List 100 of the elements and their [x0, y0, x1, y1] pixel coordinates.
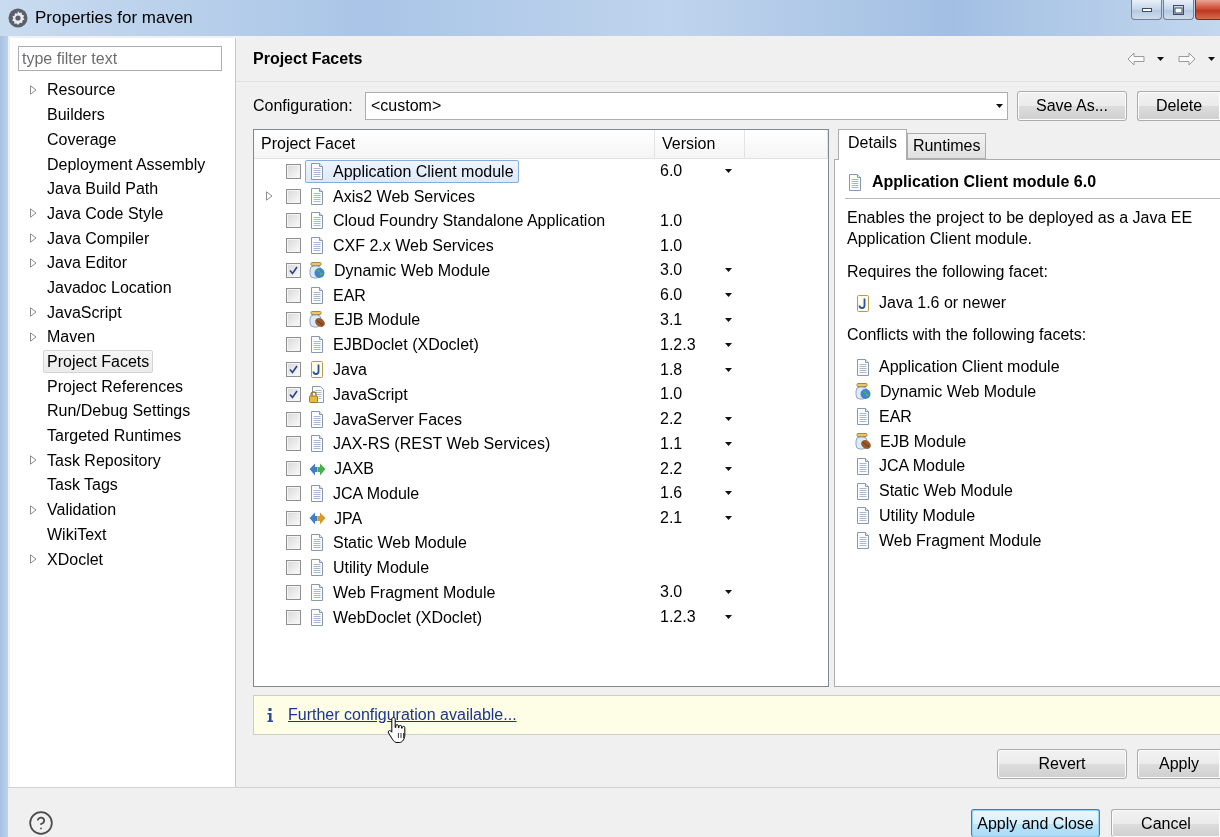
- checkbox[interactable]: [286, 312, 301, 328]
- checkbox[interactable]: [286, 485, 301, 501]
- tree-item[interactable]: Validation: [43, 498, 121, 522]
- checkbox[interactable]: [286, 362, 301, 377]
- dropdown-caret-icon[interactable]: [725, 342, 732, 347]
- checkbox[interactable]: [286, 287, 301, 303]
- checkbox[interactable]: [286, 510, 301, 526]
- checkbox[interactable]: [286, 560, 301, 576]
- back-arrow-icon[interactable]: [1127, 51, 1145, 66]
- expand-arrow-icon[interactable]: [266, 191, 273, 202]
- expand-arrow-icon[interactable]: [30, 257, 37, 268]
- facet-item[interactable]: JAX-RS (REST Web Services): [305, 432, 556, 456]
- checkbox[interactable]: [286, 337, 301, 353]
- dropdown-caret-icon[interactable]: [725, 317, 732, 322]
- checkbox[interactable]: [286, 461, 301, 477]
- checkbox[interactable]: [286, 609, 301, 625]
- facet-item[interactable]: WebDoclet (XDoclet): [305, 605, 488, 629]
- expand-arrow-icon[interactable]: [30, 554, 37, 564]
- dropdown-caret-icon[interactable]: [725, 590, 732, 595]
- checkbox[interactable]: [286, 262, 301, 278]
- maximize-button[interactable]: [1163, 0, 1194, 20]
- facet-item[interactable]: JAXB: [305, 457, 379, 481]
- tree-item[interactable]: Resource: [43, 78, 120, 102]
- facet-item[interactable]: CXF 2.x Web Services: [305, 234, 499, 258]
- help-icon[interactable]: [28, 810, 54, 836]
- tree-item[interactable]: Task Tags: [43, 473, 122, 497]
- checkbox[interactable]: [286, 163, 301, 179]
- tree-item[interactable]: WikiText: [43, 522, 111, 546]
- dropdown-caret-icon[interactable]: [725, 466, 732, 471]
- dropdown-caret-icon[interactable]: [725, 441, 732, 446]
- checkbox[interactable]: [286, 436, 301, 452]
- facet-item[interactable]: JavaScript: [305, 382, 413, 406]
- facet-item[interactable]: Utility Module: [305, 556, 435, 580]
- dropdown-caret-icon[interactable]: [725, 516, 732, 521]
- tree-item[interactable]: Maven: [43, 325, 100, 349]
- checkbox[interactable]: [286, 386, 301, 402]
- checkbox[interactable]: [286, 411, 301, 427]
- forward-arrow-icon[interactable]: [1178, 51, 1196, 66]
- expand-arrow-icon[interactable]: [30, 84, 37, 95]
- tree-item[interactable]: Targeted Runtimes: [43, 424, 186, 448]
- checkbox[interactable]: [286, 238, 301, 254]
- dropdown-caret-icon[interactable]: [725, 268, 732, 273]
- cancel-button[interactable]: Cancel: [1111, 809, 1220, 837]
- tree-item[interactable]: Project Facets: [43, 350, 154, 373]
- filter-field[interactable]: type filter text: [18, 46, 222, 71]
- checkbox[interactable]: [286, 584, 301, 600]
- facet-item[interactable]: Dynamic Web Module: [305, 258, 496, 282]
- save-as-button[interactable]: Save As...: [1017, 91, 1127, 121]
- facet-item[interactable]: Axis2 Web Services: [305, 184, 480, 208]
- delete-button[interactable]: Delete: [1137, 91, 1220, 121]
- apply-and-close-button[interactable]: Apply and Close: [971, 809, 1100, 837]
- tree-item[interactable]: Builders: [43, 103, 109, 127]
- tree-item[interactable]: Java Compiler: [43, 226, 154, 250]
- facet-item[interactable]: JavaServer Faces: [305, 407, 467, 431]
- checkbox[interactable]: [286, 535, 301, 551]
- tab[interactable]: Details: [838, 129, 907, 160]
- dropdown-caret-icon[interactable]: [725, 367, 732, 372]
- facet-item[interactable]: Java: [305, 358, 372, 381]
- dropdown-caret-icon[interactable]: [725, 169, 732, 174]
- expand-arrow-icon[interactable]: [30, 455, 37, 466]
- tree-item[interactable]: XDoclet: [43, 547, 108, 571]
- facet-item[interactable]: EJB Module: [305, 308, 426, 332]
- expand-arrow-icon[interactable]: [30, 504, 37, 515]
- close-button[interactable]: [1195, 0, 1220, 20]
- facet-item[interactable]: Static Web Module: [305, 531, 472, 555]
- tab[interactable]: Runtimes: [906, 133, 987, 159]
- revert-button[interactable]: Revert: [997, 749, 1127, 779]
- checkbox[interactable]: [286, 213, 301, 229]
- dropdown-caret-icon[interactable]: [725, 417, 732, 422]
- expand-arrow-icon[interactable]: [30, 331, 37, 342]
- dropdown-caret-icon[interactable]: [725, 491, 732, 496]
- facet-item[interactable]: EAR: [305, 283, 371, 307]
- further-configuration-link[interactable]: Further configuration available...: [288, 706, 517, 724]
- tree-item[interactable]: Javadoc Location: [43, 275, 176, 299]
- dropdown-caret-icon[interactable]: [725, 615, 732, 620]
- tree-item[interactable]: Coverage: [43, 127, 121, 151]
- tree-item[interactable]: Java Editor: [43, 251, 132, 275]
- tree-item[interactable]: Project References: [43, 374, 188, 398]
- expand-arrow-icon[interactable]: [30, 233, 37, 244]
- minimize-button[interactable]: [1131, 0, 1162, 20]
- tree-item[interactable]: Java Build Path: [43, 177, 163, 201]
- facet-item[interactable]: Web Fragment Module: [305, 580, 501, 604]
- dropdown-caret-icon[interactable]: [1157, 56, 1164, 61]
- facet-item[interactable]: Cloud Foundry Standalone Application: [305, 209, 611, 233]
- dropdown-caret-icon[interactable]: [996, 104, 1003, 108]
- apply-button[interactable]: Apply: [1137, 749, 1220, 779]
- facet-item[interactable]: JCA Module: [305, 481, 425, 505]
- expand-arrow-icon[interactable]: [30, 208, 37, 219]
- configuration-dropdown[interactable]: <custom>: [365, 92, 1008, 120]
- tree-item[interactable]: JavaScript: [43, 300, 126, 324]
- expand-arrow-icon[interactable]: [30, 307, 37, 318]
- dropdown-caret-icon[interactable]: [725, 293, 732, 298]
- facet-item[interactable]: EJBDoclet (XDoclet): [305, 333, 484, 357]
- facet-item[interactable]: Application Client module: [305, 159, 519, 183]
- tree-item[interactable]: Java Code Style: [43, 201, 168, 225]
- tree-item[interactable]: Run/Debug Settings: [43, 399, 195, 423]
- tree-item[interactable]: Deployment Assembly: [43, 152, 210, 176]
- tree-item[interactable]: Task Repository: [43, 448, 165, 472]
- facet-item[interactable]: JPA: [305, 506, 368, 530]
- checkbox[interactable]: [286, 188, 301, 204]
